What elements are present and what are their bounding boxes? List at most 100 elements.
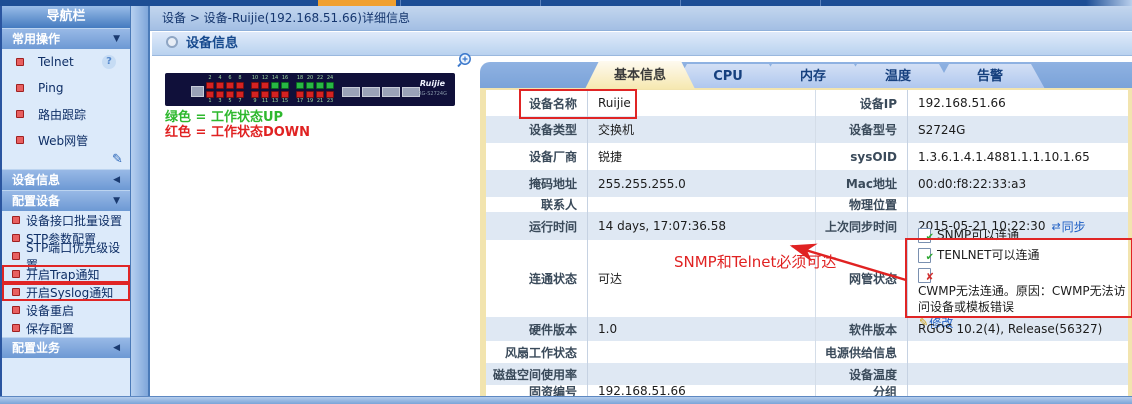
bullet-icon xyxy=(12,234,20,242)
annotation-text: SNMP和Telnet必须可达 xyxy=(674,253,837,271)
row-label: 设备厂商 xyxy=(486,143,588,170)
device-front-panel-image: 2 4 6 8 1 3 5 7 10 12 14 16 9 11 13 15 18 20 22 24 17 19 21 23 … xyxy=(165,73,455,106)
port-number-label: 16 xyxy=(281,75,289,81)
sfp-slot xyxy=(362,87,380,97)
bullet-icon xyxy=(16,58,24,66)
port-number-label: 19 xyxy=(306,98,314,104)
port-led xyxy=(296,82,304,89)
bullet-icon xyxy=(16,84,24,92)
row-value: RGOS 10.2(4), Release(56327) xyxy=(918,322,1103,336)
row-value: 00:d0:f8:22:33:a3 xyxy=(918,176,1027,191)
chevron-left-icon: ◀ xyxy=(113,343,120,353)
row-value xyxy=(908,197,1128,212)
main-area: 设备 > 设备-Ruijie(192.168.51.66)详细信息 设备信息 2… xyxy=(148,0,1132,404)
top-bar xyxy=(0,0,1132,6)
row-value: 255.255.255.0 xyxy=(588,170,816,197)
breadcrumb[interactable]: 设备 > 设备-Ruijie(192.168.51.66)详细信息 xyxy=(150,6,1132,31)
bullet-icon xyxy=(16,136,24,144)
port-number-label: 1 xyxy=(208,98,212,104)
port-top-labels: 10 12 14 16 xyxy=(250,76,290,81)
sidebar-section-header[interactable]: 配置业务 ◀ xyxy=(2,337,130,358)
bullet-icon xyxy=(12,324,20,332)
port-top-labels: 18 20 22 24 xyxy=(295,76,335,81)
row-value xyxy=(908,363,1128,385)
port-led xyxy=(216,91,224,98)
port-group: 18 20 22 24 17 19 21 23 xyxy=(295,76,335,104)
row-value: 192.168.51.66 xyxy=(918,96,1006,110)
port-number-label: 8 xyxy=(238,75,242,81)
sidebar-edit-row: ✎ xyxy=(2,153,130,169)
sidebar-section-header[interactable]: 常用操作 ▼ xyxy=(2,28,130,49)
status-ok-icon xyxy=(918,247,934,266)
table-row: 掩码地址 255.255.255.0 Mac地址 00:d0:f8:22:33:a3 xyxy=(486,170,1128,197)
port-led xyxy=(306,82,314,89)
row-value: 1.0 xyxy=(588,317,816,341)
port-bottom-labels: 1357 xyxy=(205,99,245,104)
port-number-label: 4 xyxy=(218,75,222,81)
port-led xyxy=(251,82,259,89)
sidebar-section-header[interactable]: 配置设备 ▼ xyxy=(2,190,130,211)
port-led xyxy=(261,82,269,89)
edit-pencil-icon[interactable]: ✎ xyxy=(112,153,126,167)
sidebar-item[interactable]: STP端口优先级设置 xyxy=(2,241,130,272)
sidebar-section-header[interactable]: 设备信息 ◀ xyxy=(2,169,130,190)
sidebar-item[interactable]: Telnet? xyxy=(2,49,130,75)
port-top-labels: 2468 xyxy=(205,76,245,81)
port-led xyxy=(296,91,304,98)
port-led-row xyxy=(205,81,245,90)
port-number-label: 6 xyxy=(228,75,232,81)
table-row: 设备厂商 锐捷 sysOID 1.3.6.1.4.1.4881.1.1.10.1.65 xyxy=(486,143,1128,170)
row-label: 设备型号 xyxy=(816,116,908,143)
port-number-label: 7 xyxy=(238,98,242,104)
port-number-label: 17 xyxy=(296,98,304,104)
device-model-label: RG-S2724G xyxy=(418,91,447,97)
top-bar-right-cap xyxy=(1086,0,1132,6)
status-line: TENLNET可以连通 xyxy=(918,247,1128,266)
chevron-left-icon: ◀ xyxy=(113,175,120,185)
table-row: 设备类型 交换机 设备型号 S2724G xyxy=(486,116,1128,143)
port-number-label: 9 xyxy=(253,98,257,104)
table-row: 设备名称 Ruijie 设备IP 192.168.51.66 xyxy=(486,90,1128,116)
port-led xyxy=(236,91,244,98)
sidebar-item[interactable]: Ping xyxy=(2,75,130,101)
sidebar-item[interactable]: 设备接口批量设置 xyxy=(2,211,130,229)
port-led-row xyxy=(250,81,290,90)
sidebar-item-label: 开启Syslog通知 xyxy=(26,285,114,300)
row-label: 物理位置 xyxy=(816,197,908,212)
sidebar-item-label: Web网管 xyxy=(38,133,89,148)
table-row: 硬件版本 1.0 软件版本 RGOS 10.2(4), Release(56327) xyxy=(486,317,1128,341)
sidebar-item[interactable]: 开启Trap通知 xyxy=(2,265,130,283)
status-ok-icon xyxy=(918,227,934,246)
row-value xyxy=(588,197,816,212)
sidebar-item[interactable]: 保存配置 xyxy=(2,319,130,337)
bullet-icon xyxy=(12,288,20,296)
sidebar-item[interactable]: 开启Syslog通知 xyxy=(2,283,130,301)
sidebar-item-label: 设备接口批量设置 xyxy=(26,213,123,228)
port-number-label: 24 xyxy=(326,75,334,81)
row-label: 掩码地址 xyxy=(486,170,588,197)
magnifier-zoom-icon[interactable] xyxy=(456,52,472,68)
tab-告警[interactable]: 告警 xyxy=(935,64,1045,89)
bullet-icon xyxy=(12,270,20,278)
port-number-label: 5 xyxy=(228,98,232,104)
tab-温度[interactable]: 温度 xyxy=(843,64,953,89)
console-port xyxy=(191,86,204,97)
row-label: 设备IP xyxy=(816,90,908,116)
port-number-label: 3 xyxy=(218,98,222,104)
port-led xyxy=(226,82,234,89)
sidebar-item-label: 保存配置 xyxy=(26,321,75,336)
sidebar-item-list: Telnet? Ping 路由跟踪 Web网管 ✎ xyxy=(2,49,130,169)
tab-基本信息[interactable]: 基本信息 xyxy=(585,61,695,89)
row-value: 交换机 xyxy=(588,116,816,143)
legend-down-text: 红色 = 工作状态DOWN xyxy=(165,125,311,140)
sidebar-splitter[interactable] xyxy=(130,5,148,399)
sidebar-item[interactable]: 设备重启 xyxy=(2,301,130,319)
port-number-label: 12 xyxy=(261,75,269,81)
top-bar-divider xyxy=(680,0,681,6)
help-icon[interactable]: ? xyxy=(102,55,116,69)
device-info-table: 设备名称 Ruijie 设备IP 192.168.51.66 设备类型 交换机 设备型号 S2… xyxy=(486,90,1128,399)
port-led xyxy=(251,91,259,98)
sidebar-item[interactable]: Web网管 xyxy=(2,127,130,153)
port-number-label: 14 xyxy=(271,75,279,81)
sidebar-item[interactable]: 路由跟踪 xyxy=(2,101,130,127)
